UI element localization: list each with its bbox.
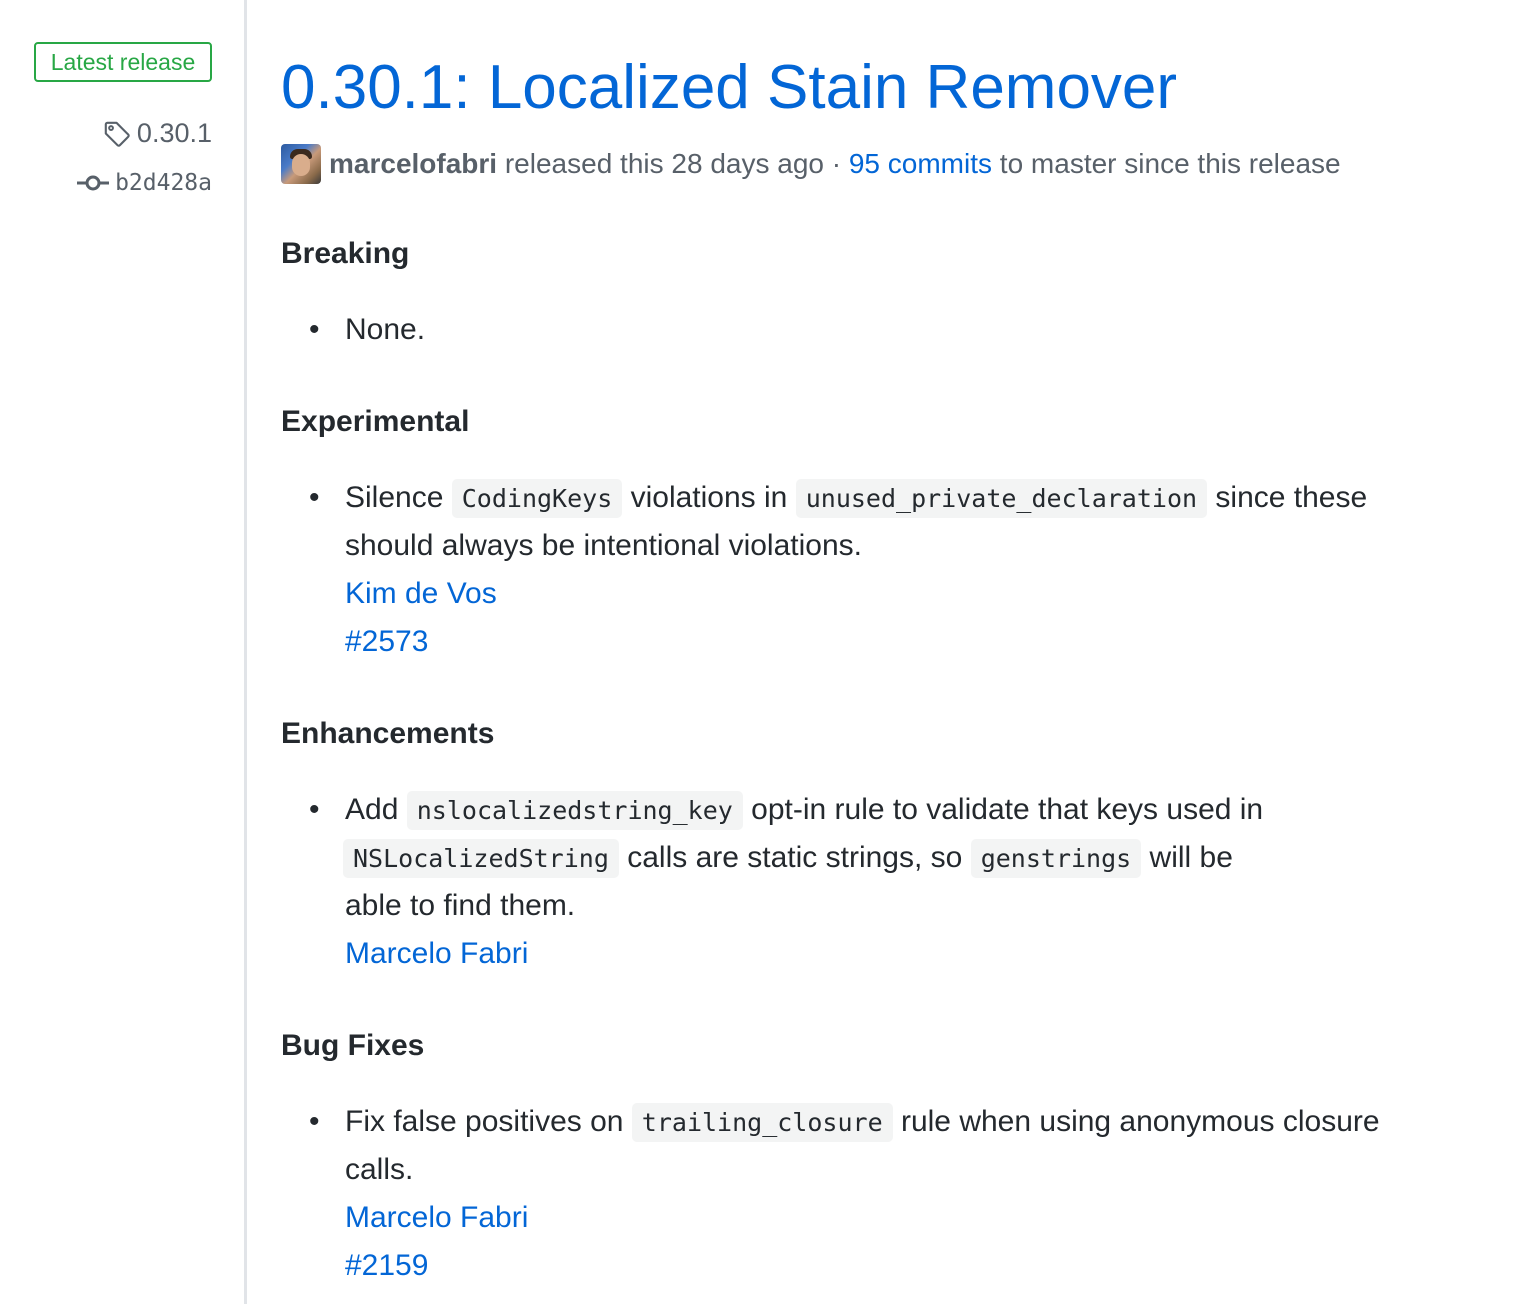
author-link[interactable]: Marcelo Fabri xyxy=(345,930,1495,978)
author-link[interactable]: Marcelo Fabri xyxy=(345,1194,1495,1242)
commit-sha: b2d428a xyxy=(115,170,212,196)
text: will be xyxy=(1149,841,1233,874)
release-sidebar: Latest release 0.30.1 b2d428a xyxy=(0,0,247,1304)
section-heading-bug-fixes: Bug Fixes xyxy=(281,1029,425,1062)
commits-since-link[interactable]: 95 commits xyxy=(849,148,992,180)
released-text: released this 28 days ago xyxy=(504,148,824,179)
author-link[interactable]: marcelofabri xyxy=(329,148,497,180)
release-page: Latest release 0.30.1 b2d428a 0.30.1: Lo… xyxy=(0,0,1518,1304)
text: rule when using anonymous closure xyxy=(900,1105,1380,1138)
text: opt-in rule to validate that keys used i… xyxy=(751,793,1264,826)
text: calls. xyxy=(345,1153,414,1186)
text: violations in xyxy=(630,481,788,514)
code-span: NSLocalizedString xyxy=(343,839,619,878)
text: calls are static strings, so xyxy=(627,841,963,874)
tag-icon xyxy=(103,120,131,148)
text: should always be intentional violations. xyxy=(345,529,862,562)
git-commit-icon xyxy=(77,173,110,193)
issue-link[interactable]: #2159 xyxy=(345,1242,1495,1290)
list-item: Add nslocalizedstring_key opt-in rule to… xyxy=(343,786,1495,978)
text: Fix false positives on xyxy=(345,1105,624,1138)
text: Silence xyxy=(345,481,444,514)
author-link[interactable]: Kim de Vos xyxy=(345,570,1495,618)
latest-release-badge: Latest release xyxy=(34,42,212,82)
code-span: genstrings xyxy=(970,839,1142,878)
bullet: • xyxy=(309,481,320,514)
code-span: trailing_closure xyxy=(631,1103,893,1142)
code-span: unused_private_declaration xyxy=(795,479,1208,518)
text: Add xyxy=(345,793,399,826)
release-title[interactable]: 0.30.1: Localized Stain Remover xyxy=(281,50,1177,126)
tag-name: 0.30.1 xyxy=(136,118,212,148)
tag-link[interactable]: 0.30.1 xyxy=(103,118,212,149)
list-item: Silence CodingKeys violations in unused_… xyxy=(345,474,1495,666)
bullet: • xyxy=(309,793,320,826)
meta-separator: · xyxy=(831,148,842,179)
text: since these xyxy=(1215,481,1368,514)
section-heading-enhancements: Enhancements xyxy=(281,717,495,750)
section-heading-experimental: Experimental xyxy=(281,405,470,438)
avatar[interactable] xyxy=(281,144,321,184)
issue-link[interactable]: #2573 xyxy=(345,618,1495,666)
list-item: None. xyxy=(345,306,1495,354)
list-item-text: None. xyxy=(345,313,426,346)
commits-suffix: to master since this release xyxy=(999,148,1341,179)
release-meta: marcelofabri released this 28 days ago ·… xyxy=(281,144,1341,184)
commit-link[interactable]: b2d428a xyxy=(77,170,212,196)
text: able to find them. xyxy=(345,889,576,922)
list-item: Fix false positives on trailing_closure … xyxy=(345,1098,1495,1290)
code-span: CodingKeys xyxy=(451,479,623,518)
bullet: • xyxy=(309,313,320,346)
section-heading-breaking: Breaking xyxy=(281,237,410,270)
bullet: • xyxy=(309,1105,320,1138)
code-span: nslocalizedstring_key xyxy=(406,791,743,830)
